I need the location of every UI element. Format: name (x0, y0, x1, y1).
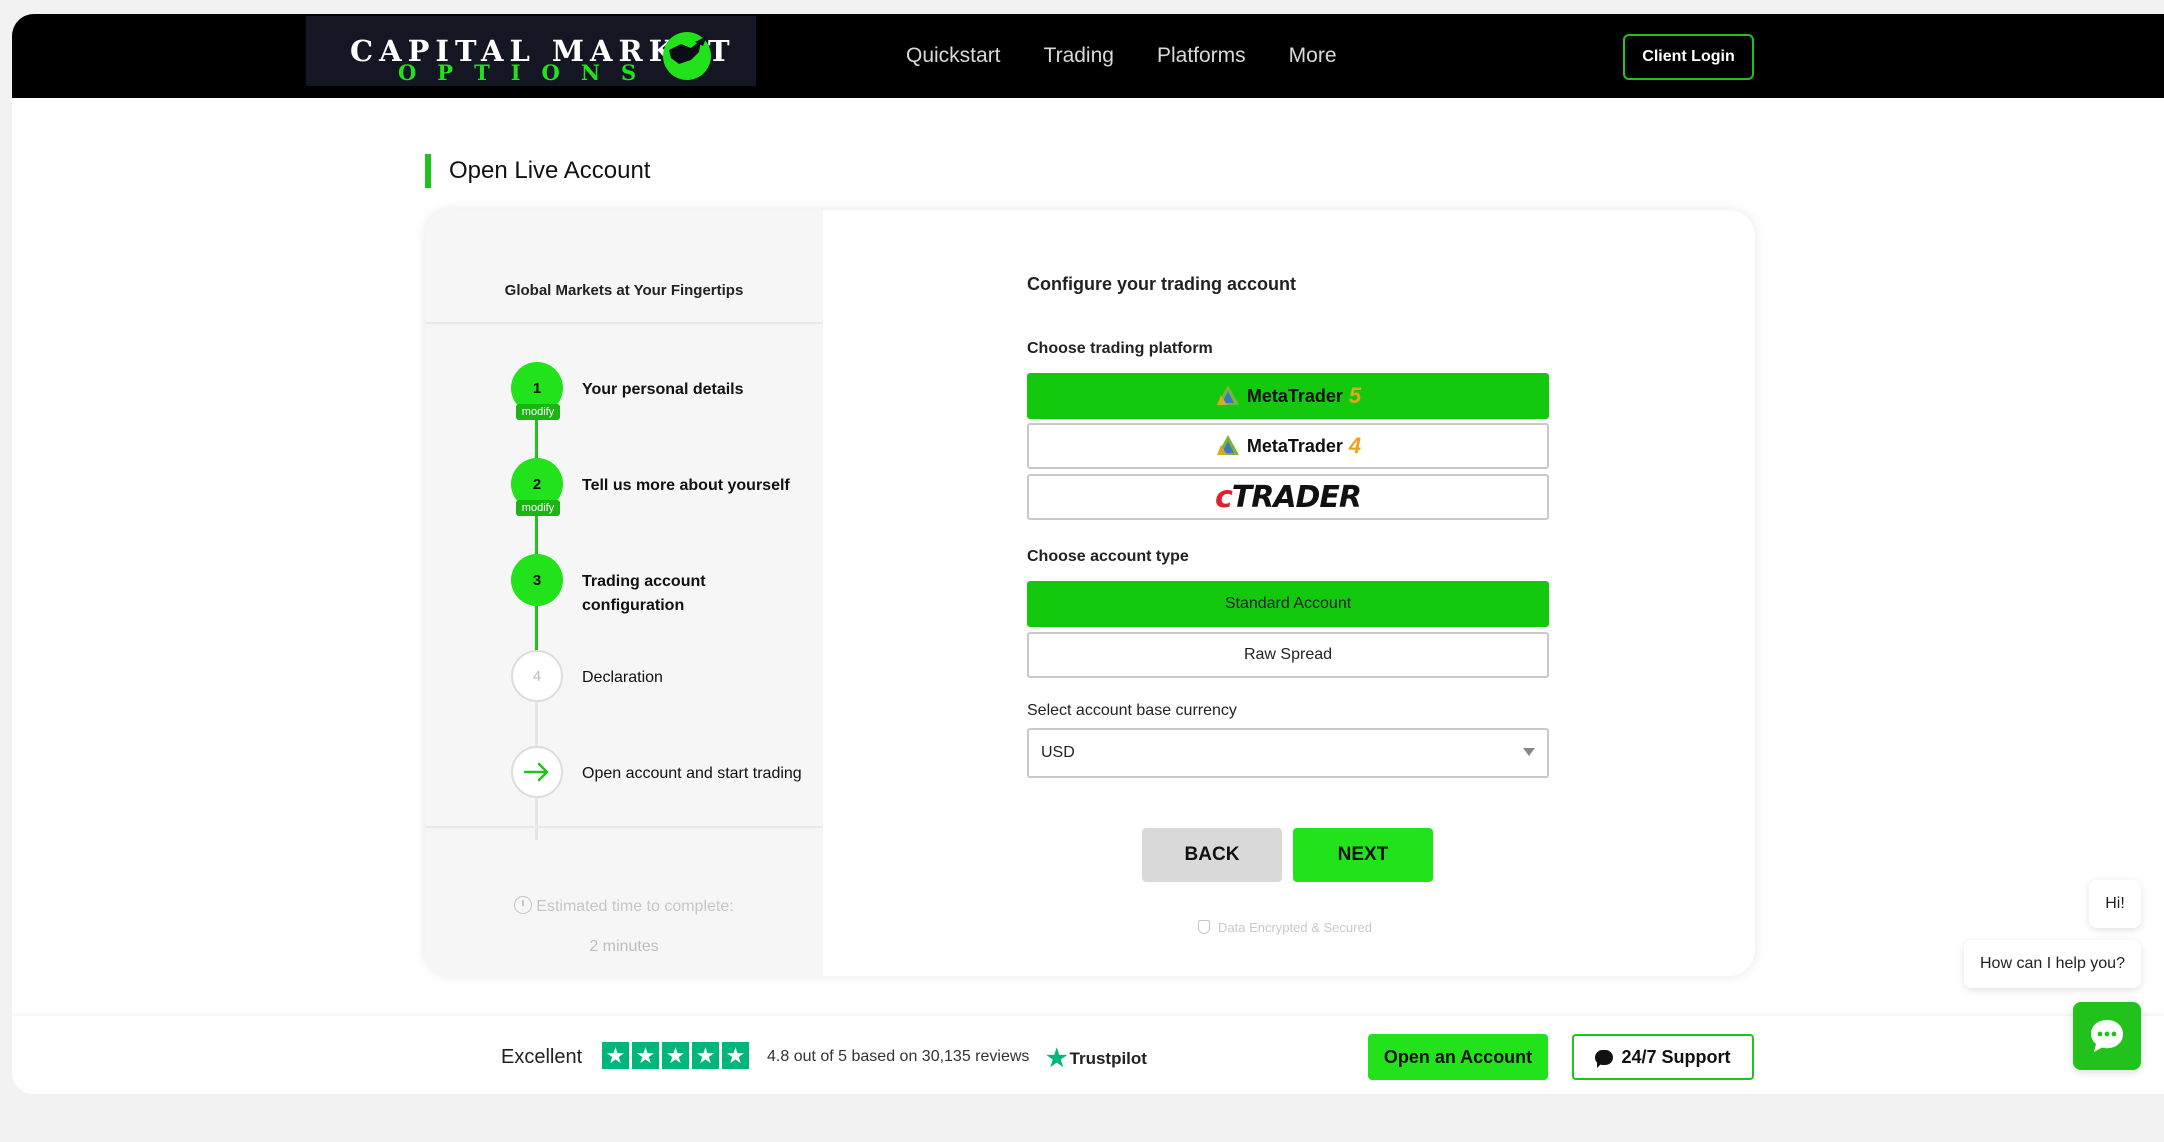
chat-greeting-bubble[interactable]: Hi! (2089, 880, 2141, 928)
footer-bar: Excellent ★ ★ ★ ★ ★ 4.8 out of 5 based o… (12, 1016, 2164, 1094)
sidebar-divider (425, 322, 823, 324)
secure-text: Data Encrypted & Secured (1218, 920, 1372, 935)
step-3-label: Trading account configuration (582, 573, 706, 614)
sidebar-title: Global Markets at Your Fingertips (504, 282, 744, 299)
secure-notice: Data Encrypted & Secured (1198, 920, 1372, 935)
chat-launcher-button[interactable] (2073, 1002, 2141, 1070)
star-icon: ★ (632, 1042, 659, 1069)
mt5-version: 5 (1348, 383, 1362, 408)
shield-icon (1198, 920, 1210, 934)
rating-excellent: Excellent (501, 1046, 583, 1068)
step-1-label: Your personal details (582, 381, 744, 398)
trustpilot-star-icon: ★ (1046, 1045, 1068, 1072)
trustpilot-logo[interactable]: ★ Trustpilot (1046, 1044, 1147, 1073)
chat-help-bubble[interactable]: How can I help you? (1964, 940, 2141, 988)
top-navbar: CAPITAL MARKET OPTIONS Quickstart Tradin… (12, 14, 2164, 98)
metatrader5-logo: MetaTrader 5 (1215, 383, 1361, 409)
star-icon: ★ (602, 1042, 629, 1069)
metatrader-icon (1216, 385, 1239, 405)
page-heading: Open Live Account (425, 154, 650, 188)
star-icon: ★ (722, 1042, 749, 1069)
support-button[interactable]: 24/7 Support (1572, 1034, 1754, 1080)
arrow-right-icon (523, 762, 549, 782)
next-button[interactable]: NEXT (1293, 828, 1433, 882)
step-5-circle (511, 746, 563, 798)
metatrader4-logo: MetaTrader 4 (1215, 433, 1361, 459)
metatrader-icon (1216, 435, 1239, 455)
nav-quickstart[interactable]: Quickstart (906, 44, 1001, 68)
platform-option-mt4[interactable]: MetaTrader 4 (1027, 423, 1549, 469)
platform-label: Choose trading platform (1027, 340, 1213, 357)
brand-logo[interactable]: CAPITAL MARKET OPTIONS (306, 16, 756, 86)
steps-sidebar: Global Markets at Your Fingertips 1 modi… (425, 210, 823, 976)
signup-card: Global Markets at Your Fingertips 1 modi… (425, 210, 1755, 976)
step-2-modify-link[interactable]: modify (516, 500, 560, 516)
step-4-label: Declaration (582, 669, 663, 686)
step-2-label: Tell us more about yourself (582, 477, 790, 494)
account-type-raw-spread[interactable]: Raw Spread (1027, 632, 1549, 678)
form-title: Configure your trading account (1027, 274, 1297, 294)
mt4-version: 4 (1348, 433, 1362, 458)
page-frame: CAPITAL MARKET OPTIONS Quickstart Tradin… (12, 14, 2164, 1094)
step-1-modify-link[interactable]: modify (516, 404, 560, 420)
currency-label: Select account base currency (1027, 702, 1237, 719)
step-5-label: Open account and start trading (582, 765, 802, 782)
chat-bubble-icon (1595, 1049, 1614, 1068)
logo-text-line2: OPTIONS (398, 60, 658, 85)
estimated-time-label: Estimated time to complete: (536, 898, 734, 915)
back-button[interactable]: BACK (1142, 828, 1282, 882)
ctrader-logo: cTRADER (1214, 479, 1362, 515)
chat-icon (2091, 1020, 2123, 1052)
currency-value: USD (1041, 744, 1075, 761)
page-title: Open Live Account (449, 157, 651, 184)
platform-option-mt5[interactable]: MetaTrader 5 (1027, 373, 1549, 419)
rating-text: 4.8 out of 5 based on 30,135 reviews (767, 1048, 1030, 1065)
open-account-button[interactable]: Open an Account (1368, 1034, 1548, 1080)
step-4-circle: 4 (511, 650, 563, 702)
clock-icon (514, 896, 533, 914)
currency-select[interactable]: USD (1027, 728, 1549, 778)
star-icon: ★ (692, 1042, 719, 1069)
estimated-time-row: Estimated time to complete: (425, 896, 823, 916)
main-nav: Quickstart Trading Platforms More (906, 44, 1337, 68)
estimated-time-value: 2 minutes (589, 938, 659, 955)
bull-icon (663, 32, 711, 80)
support-label: 24/7 Support (1621, 1046, 1731, 1067)
nav-trading[interactable]: Trading (1044, 44, 1114, 68)
chevron-down-icon (1523, 748, 1535, 756)
mt5-name: MetaTrader (1246, 385, 1343, 406)
step-3-circle: 3 (511, 554, 563, 606)
sidebar-divider (425, 826, 823, 828)
client-login-button[interactable]: Client Login (1623, 34, 1754, 80)
account-type-label: Choose account type (1027, 548, 1189, 565)
account-type-standard[interactable]: Standard Account (1027, 581, 1549, 627)
rating-stars: ★ ★ ★ ★ ★ (602, 1042, 749, 1069)
platform-option-ctrader[interactable]: cTRADER (1027, 474, 1549, 520)
heading-accent-bar (425, 154, 431, 188)
mt4-name: MetaTrader (1246, 435, 1343, 456)
progress-line-done (535, 400, 538, 660)
nav-more[interactable]: More (1289, 44, 1337, 68)
star-icon: ★ (662, 1042, 689, 1069)
nav-platforms[interactable]: Platforms (1157, 44, 1246, 68)
